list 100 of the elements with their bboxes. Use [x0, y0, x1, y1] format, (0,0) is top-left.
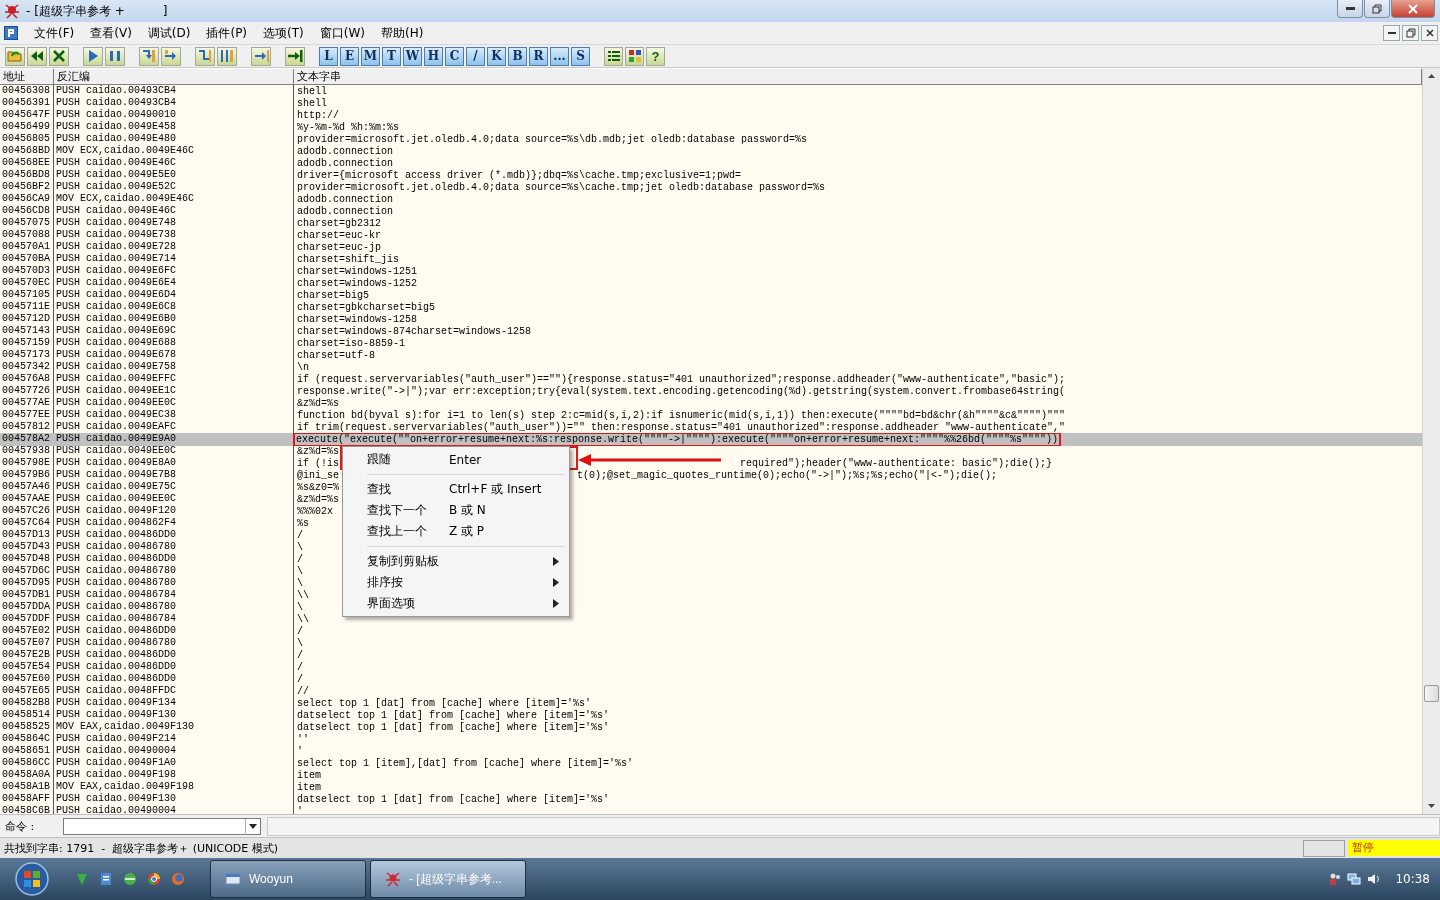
address-cell[interactable]: 00456BD8	[0, 169, 54, 181]
disassembly-cell[interactable]: PUSH caidao.00486DD0	[54, 673, 294, 685]
disassembly-cell[interactable]: PUSH caidao.00486780	[54, 541, 294, 553]
address-cell[interactable]: 00457E07	[0, 637, 54, 649]
address-cell[interactable]: 0045798E	[0, 457, 54, 469]
window-button[interactable]	[1421, 25, 1438, 41]
disassembly-cell[interactable]: PUSH caidao.004862F4	[54, 517, 294, 529]
address-cell[interactable]: 004579B6	[0, 469, 54, 481]
command-field[interactable]	[63, 817, 261, 835]
scrollbar[interactable]	[1422, 68, 1440, 814]
address-cell[interactable]: 00456BF2	[0, 181, 54, 193]
address-cell[interactable]: 00458AFF	[0, 793, 54, 805]
address-cell[interactable]: 00457159	[0, 337, 54, 349]
menu-item[interactable]: 选项(T)	[255, 24, 312, 42]
address-cell[interactable]: 00458C6B	[0, 805, 54, 817]
address-cell[interactable]: 00457A46	[0, 481, 54, 493]
disassembly-cell[interactable]: PUSH caidao.0049E748	[54, 217, 294, 229]
disassembly-cell[interactable]: PUSH caidao.00486DD0	[54, 625, 294, 637]
address-cell[interactable]: 004577AE	[0, 397, 54, 409]
menu-item[interactable]: 窗口(W)	[311, 24, 373, 42]
menu-item[interactable]: 查看(V)	[82, 24, 140, 42]
close-button[interactable]	[1391, 0, 1435, 18]
toolbar-button[interactable]: M	[361, 46, 380, 66]
address-cell[interactable]: 00457088	[0, 229, 54, 241]
disassembly-cell[interactable]: PUSH caidao.0049F130	[54, 709, 294, 721]
address-cell[interactable]: 00457105	[0, 289, 54, 301]
disassembly-cell[interactable]: MOV ECX,caidao.0049E46C	[54, 193, 294, 205]
disassembly-cell[interactable]: PUSH caidao.0049E69C	[54, 325, 294, 337]
toolbar-button[interactable]: S	[571, 46, 590, 66]
address-cell[interactable]: 004568EE	[0, 157, 54, 169]
menu-item[interactable]: 界面选项	[345, 593, 567, 614]
address-cell[interactable]: 004586CC	[0, 757, 54, 769]
address-cell[interactable]: 00457143	[0, 325, 54, 337]
disassembly-cell[interactable]: PUSH caidao.0049E46C	[54, 157, 294, 169]
address-cell[interactable]: 00456CD8	[0, 205, 54, 217]
disassembly-cell[interactable]: PUSH caidao.0049EE1C	[54, 385, 294, 397]
address-cell[interactable]: 00457726	[0, 385, 54, 397]
toolbar-button[interactable]: /	[466, 46, 485, 66]
toolbar-button[interactable]	[139, 46, 159, 66]
address-cell[interactable]: 0045647F	[0, 109, 54, 121]
toolbar-button[interactable]: ...	[550, 46, 569, 66]
address-cell[interactable]: 00457342	[0, 361, 54, 373]
address-cell[interactable]: 0045864C	[0, 733, 54, 745]
toolbar-button[interactable]: H	[424, 46, 443, 66]
address-cell[interactable]: 00457D48	[0, 553, 54, 565]
address-cell[interactable]: 004570D3	[0, 265, 54, 277]
disassembly-cell[interactable]: PUSH caidao.0049F214	[54, 733, 294, 745]
toolbar-button[interactable]	[217, 46, 237, 66]
menu-item[interactable]: 排序按	[345, 572, 567, 593]
toolbar-button[interactable]: R	[529, 46, 548, 66]
toolbar-button[interactable]: B	[508, 46, 527, 66]
address-cell[interactable]: 004570BA	[0, 253, 54, 265]
disassembly-cell[interactable]: MOV EAX,caidao.0049F130	[54, 721, 294, 733]
disassembly-cell[interactable]: PUSH caidao.00486DD0	[54, 553, 294, 565]
address-cell[interactable]: 00458A0A	[0, 769, 54, 781]
address-cell[interactable]: 00457938	[0, 445, 54, 457]
disassembly-cell[interactable]: PUSH caidao.00486DD0	[54, 529, 294, 541]
minimize-button[interactable]	[1337, 0, 1363, 18]
disassembly-cell[interactable]: MOV EAX,caidao.0049F198	[54, 781, 294, 793]
address-cell[interactable]: 00456308	[0, 85, 54, 97]
address-cell[interactable]: 00458525	[0, 721, 54, 733]
toolbar-button[interactable]: T	[382, 46, 401, 66]
disassembly-cell[interactable]: PUSH caidao.0049E458	[54, 121, 294, 133]
disassembly-cell[interactable]: PUSH caidao.0049E6E4	[54, 277, 294, 289]
toolbar-button[interactable]	[27, 46, 47, 66]
toolbar-button[interactable]: K	[487, 46, 506, 66]
disassembly-cell[interactable]: PUSH caidao.0049E52C	[54, 181, 294, 193]
disassembly-cell[interactable]: PUSH caidao.0049E6FC	[54, 265, 294, 277]
address-cell[interactable]: 00457E2B	[0, 649, 54, 661]
menu-item[interactable]: 帮助(H)	[373, 24, 432, 42]
disassembly-cell[interactable]: PUSH caidao.00493CB4	[54, 85, 294, 97]
disassembly-cell[interactable]: PUSH caidao.0049F120	[54, 505, 294, 517]
toolbar-button[interactable]	[285, 46, 305, 66]
menu-item[interactable]: 查找上一个 Z 或 P	[345, 521, 567, 542]
toolbar-button[interactable]	[105, 46, 125, 66]
disassembly-cell[interactable]: PUSH caidao.00486DD0	[54, 661, 294, 673]
toolbar-button[interactable]	[5, 46, 25, 66]
address-cell[interactable]: 0045711E	[0, 301, 54, 313]
address-cell[interactable]: 00457812	[0, 421, 54, 433]
disassembly-cell[interactable]: MOV ECX,caidao.0049E46C	[54, 145, 294, 157]
disassembly-cell[interactable]: PUSH caidao.00486780	[54, 577, 294, 589]
disassembly-cell[interactable]: PUSH caidao.0049E688	[54, 337, 294, 349]
disassembly-cell[interactable]: PUSH caidao.00486780	[54, 565, 294, 577]
disassembly-cell[interactable]: PUSH caidao.0049E9A0	[54, 433, 294, 446]
toolbar-button[interactable]: W	[403, 46, 422, 66]
address-cell[interactable]: 00457173	[0, 349, 54, 361]
toolbar-button[interactable]	[251, 46, 271, 66]
address-cell[interactable]: 004578A2	[0, 433, 54, 446]
disassembly-cell[interactable]: PUSH caidao.0049E480	[54, 133, 294, 145]
disassembly-cell[interactable]: PUSH caidao.0049EC38	[54, 409, 294, 421]
menu-item[interactable]: 跟随 Enter	[345, 449, 567, 470]
disassembly-cell[interactable]: PUSH caidao.0049F198	[54, 769, 294, 781]
disassembly-cell[interactable]: PUSH caidao.0049E6C8	[54, 301, 294, 313]
address-cell[interactable]: 00457DDF	[0, 613, 54, 625]
address-cell[interactable]: 004577EE	[0, 409, 54, 421]
window-button[interactable]	[1383, 25, 1400, 41]
address-cell[interactable]: 00456805	[0, 133, 54, 145]
address-cell[interactable]: 00457DDA	[0, 601, 54, 613]
address-cell[interactable]: 00456499	[0, 121, 54, 133]
address-cell[interactable]: 00458514	[0, 709, 54, 721]
